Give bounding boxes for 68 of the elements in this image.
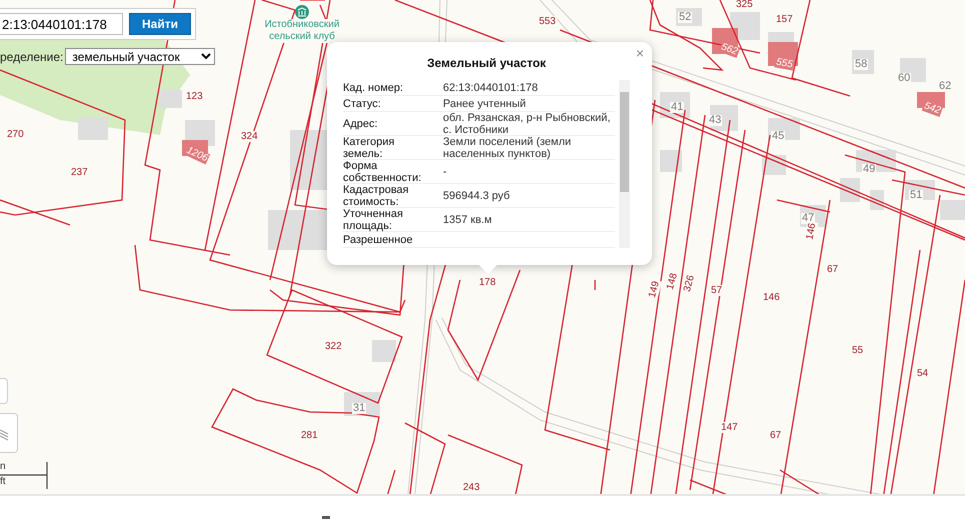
poi-label: Истобниковский сельский клуб bbox=[262, 19, 342, 43]
house-number: 41 bbox=[670, 102, 684, 113]
scrollbar[interactable] bbox=[619, 80, 630, 248]
parcel-number: 67 bbox=[769, 430, 782, 441]
field-value: 62:13:0440101:178 bbox=[443, 82, 539, 94]
house-number: 49 bbox=[862, 164, 876, 175]
close-button[interactable]: × bbox=[634, 45, 646, 61]
house-number: 43 bbox=[708, 115, 722, 126]
parcel-number: 157 bbox=[775, 14, 794, 25]
building bbox=[660, 150, 682, 172]
house-number: 45 bbox=[771, 131, 786, 142]
layers-button[interactable] bbox=[0, 413, 18, 453]
parcel-number: 147 bbox=[720, 422, 739, 433]
house-number: 60 bbox=[897, 73, 912, 84]
parcel-number: 55 bbox=[851, 345, 864, 356]
building bbox=[268, 210, 328, 250]
scale-bar bbox=[0, 461, 49, 490]
parcel-number: 146 bbox=[804, 221, 818, 242]
popup-title: Земельный участок bbox=[426, 56, 547, 70]
field-label: Уточненная площадь: bbox=[343, 208, 404, 232]
field-label: Адрес: bbox=[343, 118, 379, 130]
parcel-number: 553 bbox=[538, 16, 557, 27]
search-button[interactable]: Найти bbox=[129, 13, 191, 35]
building bbox=[940, 200, 965, 220]
field-label: Кадастровая стоимость: bbox=[343, 184, 410, 208]
field-value: 596944.3 руб bbox=[443, 190, 511, 202]
field-label: Статус: bbox=[343, 98, 382, 110]
field-label: Разрешенное bbox=[343, 234, 414, 246]
scale-label: n bbox=[0, 461, 6, 472]
resize-handle[interactable] bbox=[322, 516, 330, 519]
field-value: 1357 кв.м bbox=[443, 214, 493, 226]
object-type-dropdown[interactable]: земельный участок bbox=[65, 48, 216, 65]
parcel-number: 149 bbox=[646, 279, 662, 300]
parcel-number: 270 bbox=[6, 129, 25, 140]
house-number: 52 bbox=[678, 12, 692, 23]
parcel-number: 325 bbox=[735, 0, 754, 10]
parcel-number: 237 bbox=[70, 167, 89, 178]
parcel-number: 281 bbox=[300, 430, 319, 441]
field-value: обл. Рязанская, р-н Рыбновский, с. Истобники bbox=[443, 112, 612, 136]
field-value: Земли поселений (земли населенных пунктов) bbox=[443, 136, 572, 160]
parcel-number: 54 bbox=[916, 368, 930, 379]
field-value: Ранее учтенный bbox=[443, 98, 527, 110]
filter-label: ределение: bbox=[0, 50, 64, 64]
parcel-number: 57 bbox=[710, 285, 724, 296]
map-tool-button[interactable] bbox=[0, 378, 8, 404]
field-value: - bbox=[443, 166, 448, 178]
field-label: Кад. номер: bbox=[343, 82, 404, 94]
club-icon bbox=[295, 5, 309, 19]
house-number: 62 bbox=[938, 81, 952, 92]
house-number: 31 bbox=[352, 403, 366, 414]
scale-label: ft bbox=[0, 476, 6, 487]
parcel-number: 123 bbox=[185, 91, 204, 102]
parcel-number: 178 bbox=[478, 277, 497, 288]
house-number: 58 bbox=[854, 59, 868, 70]
building bbox=[160, 90, 182, 108]
building bbox=[78, 118, 108, 140]
parcel-number: 146 bbox=[762, 292, 781, 303]
house-number: 51 bbox=[909, 190, 924, 201]
field-label: Форма собственности: bbox=[343, 160, 422, 184]
parcel-number: 322 bbox=[324, 341, 343, 352]
cadastral-number-field[interactable]: 2:13:0440101:178 bbox=[0, 13, 124, 35]
field-label: Категория земель: bbox=[343, 136, 396, 160]
house-number: 47 bbox=[801, 213, 816, 224]
parcel-number: 67 bbox=[826, 264, 840, 275]
parcel-number: 324 bbox=[240, 131, 259, 142]
building bbox=[900, 58, 926, 82]
parcel-number: 243 bbox=[462, 482, 481, 493]
building bbox=[372, 340, 396, 362]
